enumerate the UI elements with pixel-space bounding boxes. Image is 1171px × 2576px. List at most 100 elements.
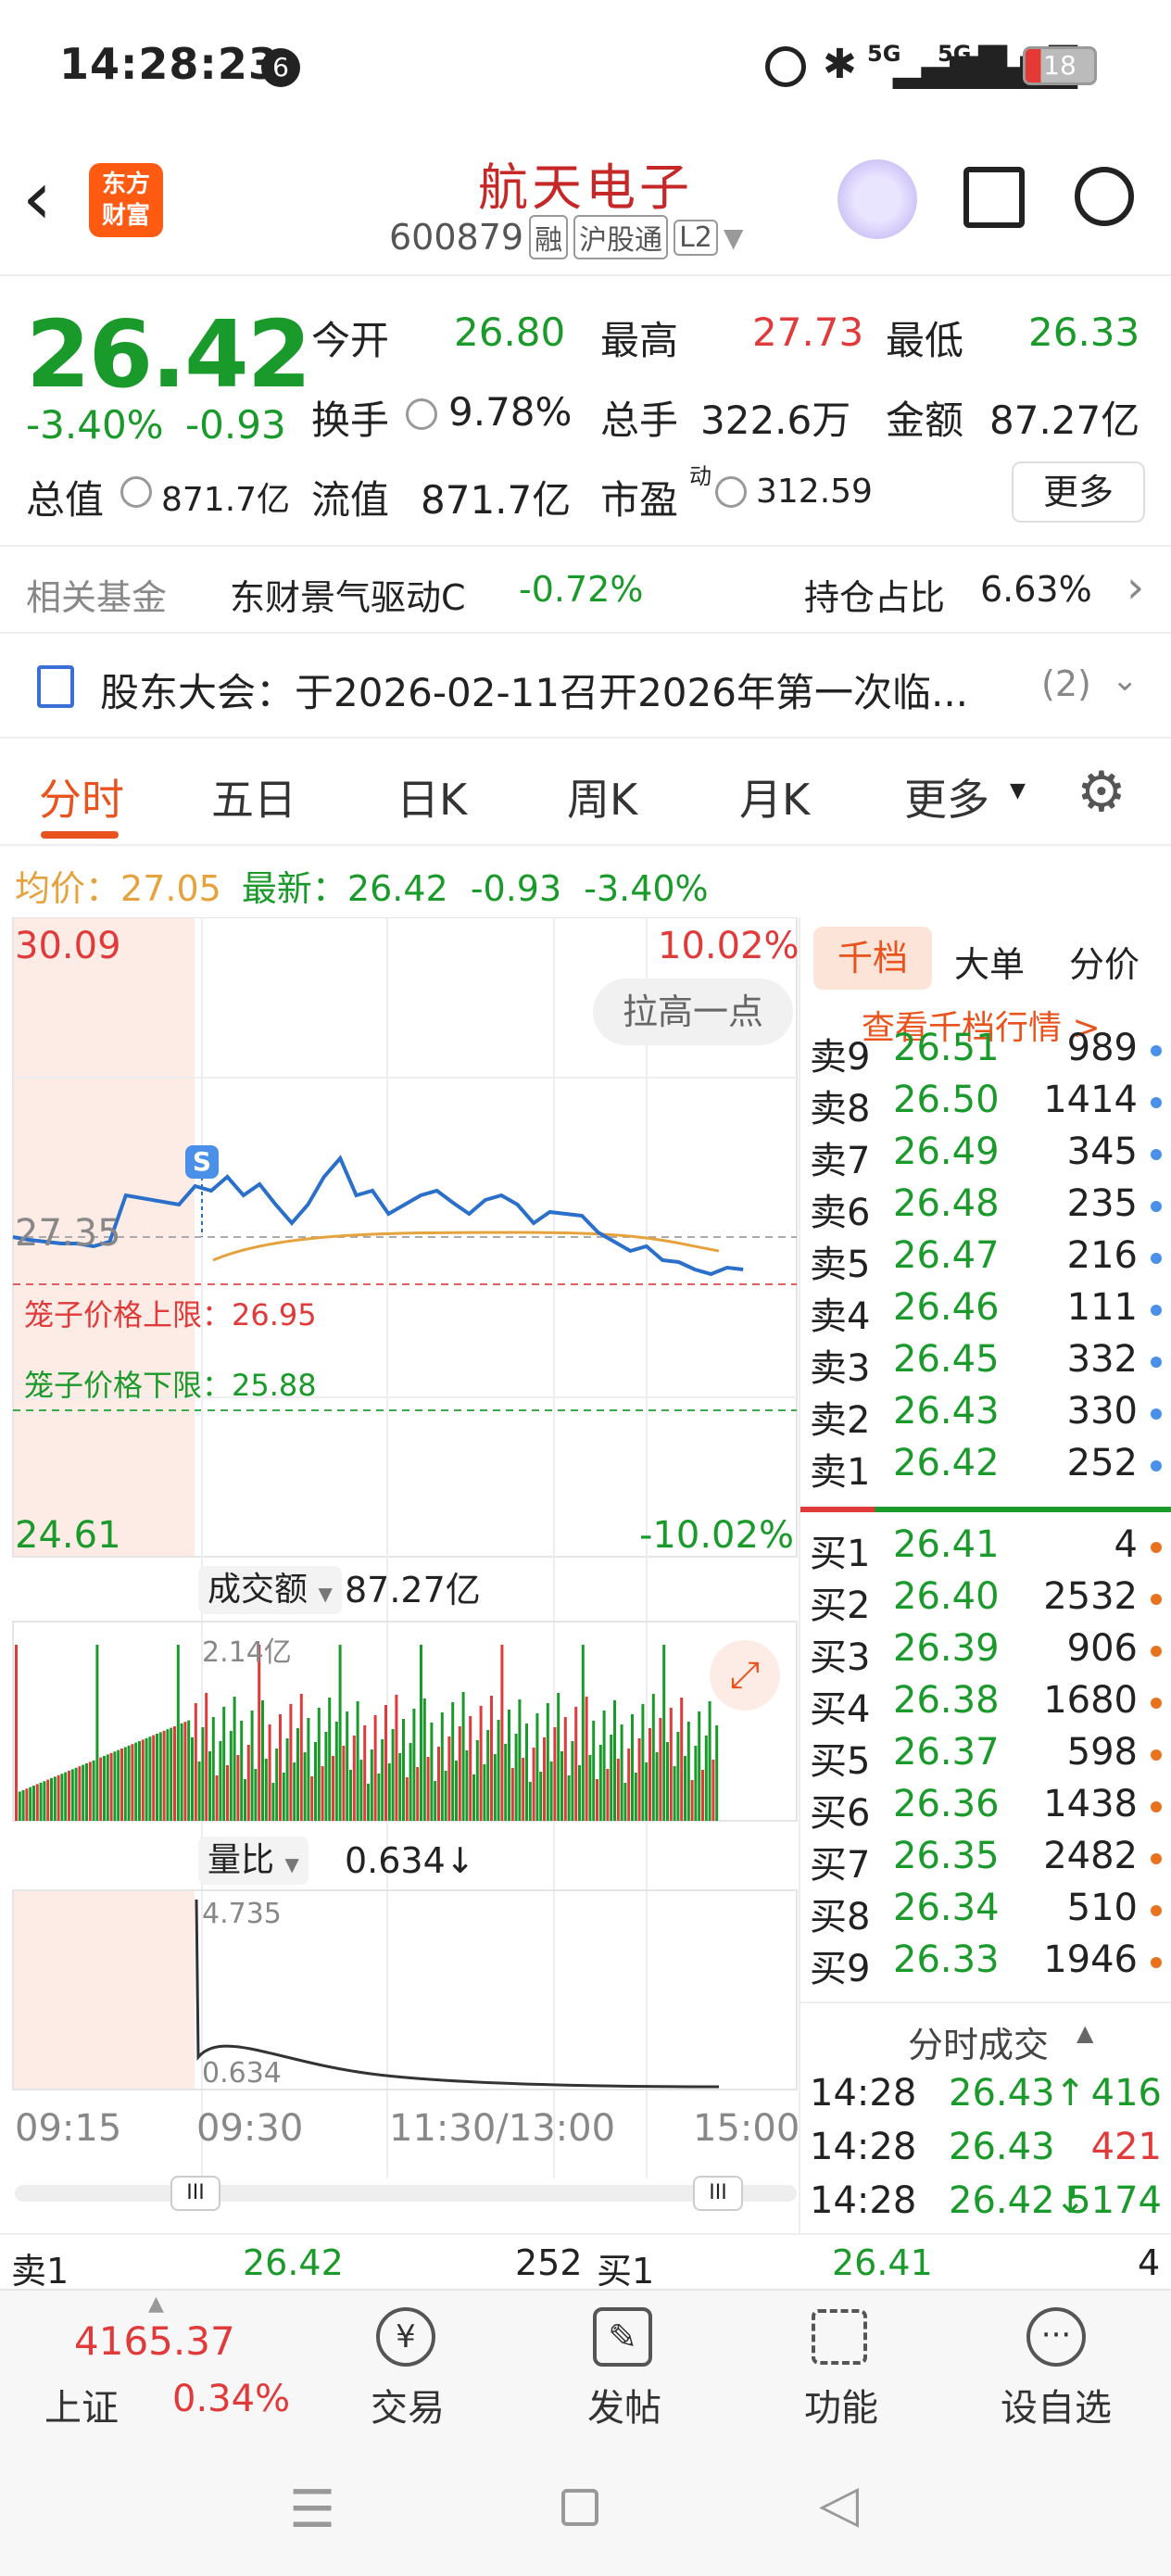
robot-assistant-icon[interactable]	[837, 159, 917, 239]
level-price: 26.46	[893, 1286, 1000, 1329]
volume-bar	[701, 1770, 704, 1821]
asks-level-row[interactable]: 卖7 26.49 345	[810, 1130, 1162, 1182]
menu-nav-icon[interactable]: ☰	[289, 2480, 335, 2540]
volume-bar	[655, 1752, 659, 1821]
asks-level-row[interactable]: 卖2 26.43 330	[810, 1390, 1162, 1442]
volume-bar	[25, 1788, 29, 1821]
volume-bar	[18, 1791, 21, 1821]
asks-level-row[interactable]: 卖3 26.45 332	[810, 1338, 1162, 1390]
notice-row[interactable]: 股东大会：于2026-02-11召开2026年第一次临... (2) ⌄	[0, 636, 1171, 736]
ratio-pre-shade	[13, 1890, 195, 2090]
stock-code-line[interactable]: 600879 融 沪股通 L2 ▼	[389, 215, 743, 259]
volume-bar	[620, 1724, 623, 1821]
level-label: 卖9	[810, 1036, 871, 1079]
tab-price-dist[interactable]: 分价	[1069, 936, 1140, 987]
volume-bar	[180, 1723, 183, 1821]
bids-level-row[interactable]: 买7 26.35 2482	[810, 1835, 1162, 1887]
slider-handle-right[interactable]: III	[693, 2176, 743, 2211]
asks-level-row[interactable]: 卖8 26.50 1414	[810, 1079, 1162, 1130]
asks-level-row[interactable]: 卖4 26.46 111	[810, 1286, 1162, 1338]
info-icon[interactable]	[406, 398, 437, 430]
functions-label: 功能	[804, 2387, 878, 2430]
bids-level-row[interactable]: 买1 26.41 4	[810, 1523, 1162, 1575]
tab-depth[interactable]: 千档	[813, 927, 932, 990]
volume-bar	[384, 1705, 387, 1821]
volume-label: 成交额	[208, 1571, 308, 1609]
volume-bar	[669, 1708, 673, 1821]
expand-icon[interactable]: ⤢	[710, 1640, 780, 1711]
volume-selector[interactable]: 成交额 ▼	[198, 1566, 342, 1614]
latest-pct: -3.40%	[584, 868, 709, 909]
tab-monthly-k[interactable]: 月K	[739, 766, 810, 827]
bids-level-row[interactable]: 买9 26.33 1946	[810, 1938, 1162, 1990]
volume-bar	[219, 1741, 222, 1821]
notification-badge: 6	[261, 48, 300, 87]
asks-level-row[interactable]: 卖9 26.51 989	[810, 1027, 1162, 1079]
tab-intraday[interactable]: 分时	[39, 766, 124, 827]
slider-handle-left[interactable]: III	[170, 2176, 220, 2211]
volume-bar	[420, 1645, 422, 1821]
volume-bar	[711, 1760, 715, 1821]
level-label: 卖1	[810, 1451, 871, 1494]
functions-button[interactable]: 功能	[747, 2291, 932, 2439]
fund-name: 东财景气驱动C	[230, 577, 466, 618]
bids-level-row[interactable]: 买8 26.34 510	[810, 1887, 1162, 1938]
volume-bar	[43, 1781, 46, 1821]
volume-total: 87.27亿	[345, 1570, 481, 1610]
level-volume: 1946	[1043, 1938, 1138, 1981]
tab-daily-k[interactable]: 日K	[397, 766, 467, 827]
volume-bar	[289, 1704, 293, 1821]
time-range-slider[interactable]	[15, 2185, 797, 2202]
volume-bar	[162, 1730, 166, 1821]
tab-weekly-k[interactable]: 周K	[567, 766, 637, 827]
volume-bar	[246, 1745, 250, 1821]
bids-level-row[interactable]: 买4 26.38 1680	[810, 1679, 1162, 1731]
volume-bar	[156, 1734, 158, 1821]
high-label: 最高	[600, 318, 679, 363]
asks-level-row[interactable]: 卖5 26.47 216	[810, 1234, 1162, 1286]
push-up-button[interactable]: 拉高一点	[593, 979, 793, 1045]
info-icon[interactable]	[715, 476, 747, 508]
intraday-chart[interactable]: 30.09 10.02% 拉高一点 S 27.35 笼子价格上限：26.95 笼…	[0, 917, 800, 2233]
ratio-selector[interactable]: 量比 ▼	[198, 1837, 308, 1885]
bids-level-row[interactable]: 买3 26.39 906	[810, 1627, 1162, 1679]
volume-bar	[166, 1729, 170, 1821]
volume-bar	[299, 1694, 303, 1821]
price-top: 30.09	[15, 925, 121, 967]
volume-bar	[651, 1694, 655, 1821]
level-volume: 989	[1066, 1027, 1138, 1069]
search-icon[interactable]	[1075, 167, 1134, 226]
asks-level-row[interactable]: 卖1 26.42 252	[810, 1442, 1162, 1494]
volume-bar	[296, 1728, 299, 1821]
volume-bar	[173, 1726, 176, 1821]
s-marker[interactable]: S	[185, 1145, 219, 1179]
settings-gear-icon[interactable]: ⚙	[1077, 764, 1127, 820]
bids-level-row[interactable]: 买6 26.36 1438	[810, 1783, 1162, 1835]
tab-more[interactable]: 更多	[904, 766, 989, 827]
add-watchlist-button[interactable]: ··· 设自选	[963, 2291, 1149, 2439]
level-volume: 111	[1066, 1286, 1138, 1329]
index-widget[interactable]: ▲ 4165.37 上证 0.34%	[37, 2291, 296, 2439]
post-button[interactable]: ✎ 发帖	[530, 2291, 715, 2439]
volume-bar	[493, 1754, 497, 1821]
amount-value: 87.27亿	[989, 398, 1140, 443]
trade-button[interactable]: ¥ 交易	[313, 2291, 498, 2439]
chevron-down-icon[interactable]: ⌄	[1112, 662, 1139, 699]
asks-level-row[interactable]: 卖6 26.48 235	[810, 1182, 1162, 1234]
info-icon[interactable]	[120, 476, 152, 508]
tab-five-day[interactable]: 五日	[211, 766, 296, 827]
share-icon[interactable]	[963, 167, 1025, 228]
tab-big-orders[interactable]: 大单	[954, 936, 1025, 987]
ticks-header[interactable]: 分时成交	[908, 2016, 1049, 2067]
back-nav-icon[interactable]: ◁	[819, 2474, 859, 2534]
related-fund-row[interactable]: 相关基金 东财景气驱动C -0.72% 持仓占比 6.63% ›	[0, 549, 1171, 634]
bids-level-row[interactable]: 买5 26.37 598	[810, 1731, 1162, 1783]
tick-time: 14:28	[810, 2179, 917, 2222]
level-price: 26.41	[893, 1523, 1000, 1566]
more-button[interactable]: 更多	[1012, 461, 1145, 523]
home-nav-icon[interactable]	[561, 2489, 598, 2526]
volume-bar	[293, 1762, 296, 1821]
level-label: 卖6	[810, 1192, 871, 1234]
level-volume: 2482	[1043, 1835, 1138, 1877]
bids-level-row[interactable]: 买2 26.40 2532	[810, 1575, 1162, 1627]
